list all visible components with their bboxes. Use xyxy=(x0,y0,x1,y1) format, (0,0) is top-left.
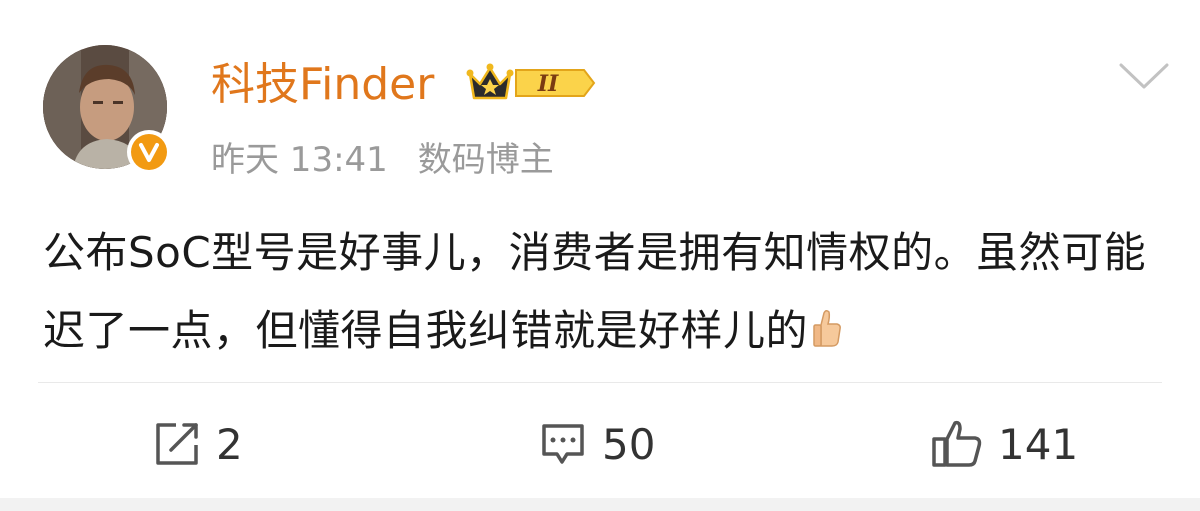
verified-v-icon xyxy=(139,143,159,162)
thumbs-up-icon xyxy=(932,420,982,467)
post-card: 科技Finder II 昨天 13:41 数码博主 公布SoC型号是好事儿，消费者… xyxy=(0,0,1200,511)
post-content: 公布SoC型号是好事儿，消费者是拥有知情权的。虽然可能迟了一点，但懂得自我纠错就… xyxy=(43,214,1168,374)
verified-badge xyxy=(127,130,171,174)
divider xyxy=(38,382,1162,383)
bottom-separator xyxy=(0,498,1200,511)
post-meta: 昨天 13:41 数码博主 xyxy=(211,140,554,180)
post-source: 数码博主 xyxy=(417,140,554,180)
comment-button[interactable]: 50 xyxy=(538,416,655,472)
like-button[interactable]: 141 xyxy=(930,416,1078,472)
post-text: 公布SoC型号是好事儿，消费者是拥有知情权的。虽然可能迟了一点，但懂得自我纠错就… xyxy=(43,228,1147,355)
repost-icon xyxy=(156,423,198,465)
comment-icon xyxy=(542,424,584,464)
repost-count: 2 xyxy=(216,419,243,469)
thumbs-up-emoji-icon xyxy=(812,296,842,374)
repost-button[interactable]: 2 xyxy=(152,416,243,472)
crown-badge-icon[interactable]: II xyxy=(466,60,596,106)
badge-level: II xyxy=(537,71,559,97)
post-timestamp: 昨天 13:41 xyxy=(211,140,388,180)
username[interactable]: 科技Finder xyxy=(211,60,434,110)
chevron-down-icon[interactable] xyxy=(1118,60,1170,92)
comment-count: 50 xyxy=(602,419,656,469)
like-count: 141 xyxy=(998,419,1079,469)
